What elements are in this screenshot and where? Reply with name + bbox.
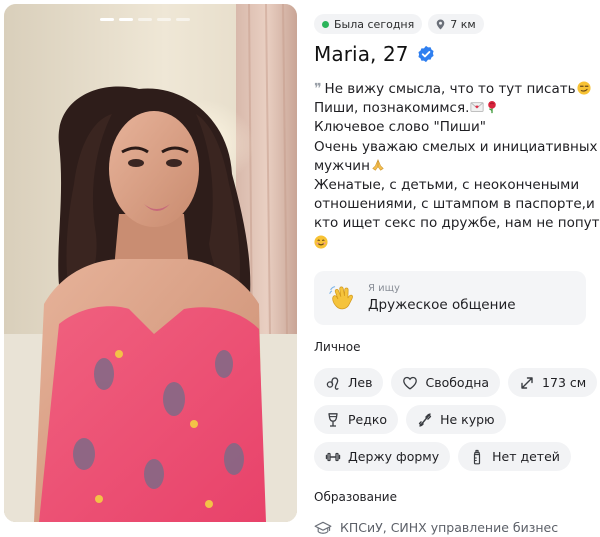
online-status-chip: Была сегодня xyxy=(314,14,423,34)
education-item: КПСиУ, СИНХ управление бизнес xyxy=(314,520,558,535)
waving-hand-icon xyxy=(329,286,353,310)
education-value: КПСиУ, СИНХ управление бизнес xyxy=(340,520,559,535)
praying-hands-emoji-icon xyxy=(372,158,384,171)
photo-dot[interactable] xyxy=(157,18,171,21)
about-text: ❞ Не вижу смысла, что то тут писать Пиши,… xyxy=(314,80,600,253)
tag-row: Лев Свободна 173 см xyxy=(314,368,598,397)
rose-emoji-icon xyxy=(488,101,497,114)
heart-icon xyxy=(403,376,418,390)
about-line xyxy=(314,234,594,253)
love-letter-emoji-icon xyxy=(470,102,484,113)
profile-info-panel: Была сегодня 7 км Maria, 27 ❞ Не вижу смы… xyxy=(314,0,600,537)
photo-pagination xyxy=(100,18,190,21)
seeking-value: Дружеское общение xyxy=(368,297,516,313)
seeking-text: Я ищу Дружеское общение xyxy=(368,283,516,313)
tag-alcohol[interactable]: Редко xyxy=(314,405,399,434)
seeking-label: Я ищу xyxy=(368,283,400,294)
personal-tags: Лев Свободна 173 см Редко Не курю Держу … xyxy=(314,368,598,479)
about-line: ❞ Не вижу смысла, что то тут писать xyxy=(314,80,594,99)
tag-zodiac[interactable]: Лев xyxy=(314,368,384,397)
location-pin-icon xyxy=(436,19,445,29)
tag-children[interactable]: Нет детей xyxy=(458,442,571,471)
online-indicator-icon xyxy=(322,20,329,28)
status-chips: Была сегодня 7 км xyxy=(314,14,484,34)
photo-illustration xyxy=(4,4,297,522)
profile-photo[interactable] xyxy=(4,4,297,522)
about-line: отношениями, с штампом в паспорте,и xyxy=(314,196,595,213)
personal-section-title: Личное xyxy=(314,340,361,354)
photo-dot[interactable] xyxy=(100,18,114,21)
about-line: кто ищет секс по дружбе, нам не попути xyxy=(314,215,600,232)
baby-bottle-icon xyxy=(474,449,481,464)
smirk-emoji-icon xyxy=(577,81,591,95)
photo-dot[interactable] xyxy=(138,18,152,21)
online-status-text: Была сегодня xyxy=(334,17,415,31)
verified-badge-icon[interactable] xyxy=(417,45,435,63)
zodiac-leo-icon xyxy=(326,376,339,390)
about-line: Пиши, познакомимся. xyxy=(314,99,594,118)
tag-row: Держу форму Нет детей xyxy=(314,442,596,471)
about-line: Женатые, с детьми, с неокончеными xyxy=(314,177,580,194)
wine-glass-icon xyxy=(328,412,338,427)
smiling-emoji-icon xyxy=(314,235,328,249)
about-line: Ключевое слово "Пиши" xyxy=(314,119,486,136)
photo-dot[interactable] xyxy=(176,18,190,21)
dumbbell-icon xyxy=(325,452,341,461)
distance-chip: 7 км xyxy=(428,14,484,34)
quote-icon: ❞ xyxy=(314,81,322,97)
seeking-card: Я ищу Дружеское общение xyxy=(314,271,586,325)
height-arrow-icon xyxy=(521,376,533,389)
photo-dot[interactable] xyxy=(119,18,133,21)
tag-height[interactable]: 173 см xyxy=(508,368,598,397)
about-line: Очень уважаю смелых и инициативных xyxy=(314,138,598,155)
profile-name: Maria, 27 xyxy=(314,42,409,66)
about-line: мужчин xyxy=(314,157,594,176)
tag-row: Редко Не курю xyxy=(314,405,596,434)
tag-relationship[interactable]: Свободна xyxy=(391,368,501,397)
graduation-cap-icon xyxy=(314,521,332,534)
education-section-title: Образование xyxy=(314,490,397,504)
no-smoking-icon xyxy=(418,412,432,427)
tag-fitness[interactable]: Держу форму xyxy=(314,442,451,471)
tag-smoking[interactable]: Не курю xyxy=(406,405,506,434)
name-row: Maria, 27 xyxy=(314,42,435,66)
distance-text: 7 км xyxy=(450,17,476,31)
